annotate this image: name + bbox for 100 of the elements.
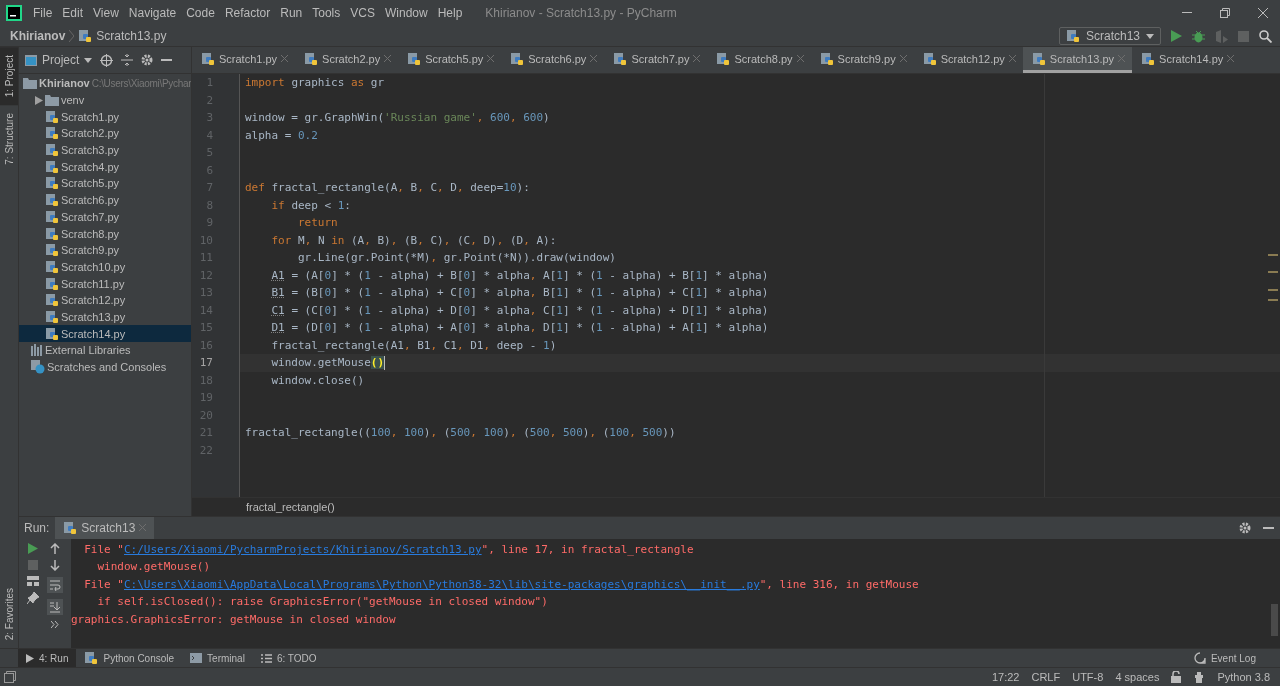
menu-item[interactable]: Navigate <box>123 6 182 20</box>
tool-tab[interactable]: Python Console <box>76 649 183 667</box>
breadcrumb-file[interactable]: Scratch13.py <box>96 29 167 43</box>
menu-item[interactable]: Refactor <box>219 6 276 20</box>
close-icon[interactable] <box>1258 8 1268 18</box>
tree-item[interactable]: Scratch5.py <box>19 175 191 192</box>
file-link[interactable]: C:/Users/Xiaomi/PycharmProjects/Khirianov/Scratch13.py <box>124 540 482 559</box>
bug-icon[interactable] <box>1192 29 1205 43</box>
search-icon[interactable] <box>1259 29 1272 43</box>
tool-tab[interactable]: Terminal <box>182 649 253 667</box>
run-icon[interactable] <box>1171 30 1182 42</box>
tool-tab[interactable]: 6: TODO <box>252 649 325 667</box>
menu-item[interactable]: Help <box>432 6 468 20</box>
python-file-icon <box>45 126 59 141</box>
python-icon <box>613 51 628 66</box>
project-view-dropdown[interactable]: Project <box>25 53 93 67</box>
code-line: alpha = 0.2 <box>245 127 318 144</box>
tree-item[interactable]: Khirianov C:\Users\Xiaomi\Pychar <box>19 75 191 92</box>
stop-icon[interactable] <box>1238 30 1249 42</box>
tool-tab[interactable]: 4: Run <box>18 649 77 667</box>
tree-item[interactable]: Scratch10.py <box>19 258 191 276</box>
tree-item[interactable]: Scratch9.py <box>19 241 191 259</box>
expand-arrow-icon[interactable] <box>35 95 43 105</box>
stop-icon[interactable] <box>28 559 38 570</box>
tree-item[interactable]: Scratch8.py <box>19 225 191 242</box>
error-text: File " <box>83 541 124 558</box>
more-icon[interactable] <box>51 620 59 628</box>
target-icon[interactable] <box>100 53 114 67</box>
menu-item[interactable]: File <box>28 6 58 20</box>
tool-window-tab[interactable]: 7: Structure <box>0 105 18 173</box>
lock-icon[interactable] <box>1171 671 1182 683</box>
python-file-icon <box>45 226 59 241</box>
tool-window-tab[interactable]: 2: Favorites <box>0 579 18 648</box>
tree-item[interactable]: Scratch13.py <box>19 308 191 326</box>
error-text: window.getMouse() <box>96 559 211 576</box>
code-line: for M, N in (A, B), (B, C), (C, D), (D, A): <box>270 232 557 249</box>
scroll-to-end-icon[interactable] <box>47 598 63 615</box>
python-file-icon <box>45 209 59 224</box>
code-line: window = gr.GraphWin('Russian game', 600, 600) <box>245 110 550 126</box>
menu-item[interactable]: Edit <box>57 6 89 20</box>
menu-item[interactable]: View <box>88 6 124 20</box>
layout-icon[interactable] <box>27 575 39 586</box>
run-config-dropdown[interactable]: Scratch13 <box>1058 27 1161 45</box>
scrollbar[interactable] <box>1271 603 1278 636</box>
arrow-up-icon[interactable] <box>50 542 60 554</box>
tree-item[interactable]: Scratch4.py <box>19 158 191 176</box>
editor-tab[interactable]: Scratch14.py <box>1132 47 1242 73</box>
tree-item[interactable]: Scratch1.py <box>19 108 191 126</box>
chevron-icon <box>69 30 75 42</box>
menu-item[interactable]: VCS <box>345 6 380 20</box>
editor-tab[interactable]: Scratch7.py <box>604 47 708 73</box>
coverage-icon[interactable] <box>1215 29 1228 43</box>
editor-tab[interactable]: Scratch13.py <box>1022 47 1133 73</box>
tree-item[interactable]: External Libraries <box>19 342 191 359</box>
editor-tab[interactable]: Scratch9.py <box>810 47 914 73</box>
code-line: B1 = (B[0] * (1 - alpha) + C[0] * alpha, B[1] * (1 - alpha) + C[1] * alpha) <box>270 285 769 301</box>
menu-item[interactable]: Code <box>181 6 220 20</box>
app-logo-icon <box>6 5 22 21</box>
status-item[interactable]: 4 spaces <box>1115 671 1160 683</box>
soft-wrap-icon[interactable] <box>47 576 63 593</box>
python-icon <box>510 51 525 66</box>
run-tab[interactable]: Scratch13 <box>55 516 155 539</box>
breadcrumb-project[interactable]: Khirianov <box>10 29 66 43</box>
breadcrumb[interactable]: fractal_rectangle() <box>246 500 335 513</box>
interpreter-status[interactable]: Python 3.8 <box>1217 671 1270 683</box>
file-link[interactable]: C:\Users\Xiaomi\AppData\Local\Programs\Python\Python38-32\lib\site-packages\graphics\__init__.py <box>124 575 760 594</box>
code-line: gr.Line(gr.Point(*M), gr.Point(*N)).draw(window) <box>297 250 616 266</box>
tree-item[interactable]: Scratch11.py <box>19 275 191 292</box>
restore-icon[interactable] <box>1220 8 1230 18</box>
editor-tab[interactable]: Scratch2.py <box>295 47 399 73</box>
editor-tab[interactable]: Scratch1.py <box>192 47 296 73</box>
menu-item[interactable]: Window <box>379 6 433 20</box>
code-line: import graphics as gr <box>245 75 385 91</box>
tree-item[interactable]: Scratch12.py <box>19 291 191 309</box>
tree-item[interactable]: venv <box>19 91 191 109</box>
editor-tab[interactable]: Scratch6.py <box>501 47 605 73</box>
tree-item[interactable]: Scratch3.py <box>19 141 191 159</box>
settings-icon[interactable] <box>141 54 154 66</box>
event-log-button[interactable]: Event Log <box>1185 649 1280 667</box>
rerun-icon[interactable] <box>28 542 38 554</box>
arrow-down-icon[interactable] <box>50 559 60 571</box>
tool-window-tab[interactable]: 1: Project <box>0 47 18 106</box>
tree-item[interactable]: Scratches and Consoles <box>19 358 191 376</box>
panel-toggle-icon[interactable] <box>4 671 16 683</box>
status-item[interactable]: CRLF <box>1031 671 1061 683</box>
menu-item[interactable]: Tools <box>307 6 346 20</box>
settings-icon[interactable] <box>1239 521 1251 534</box>
minimize-icon[interactable] <box>1182 12 1192 14</box>
tree-item[interactable]: Scratch6.py <box>19 191 191 209</box>
editor-tab[interactable]: Scratch8.py <box>707 47 811 73</box>
editor-tab[interactable]: Scratch12.py <box>913 47 1023 73</box>
tree-item[interactable]: Scratch14.py <box>19 325 191 342</box>
status-item[interactable]: 17:22 <box>991 671 1020 683</box>
editor-tab[interactable]: Scratch5.py <box>398 47 502 73</box>
pin-icon[interactable] <box>27 591 39 604</box>
menu-item[interactable]: Run <box>275 6 308 20</box>
tree-item[interactable]: Scratch2.py <box>19 125 191 142</box>
collapse-icon[interactable] <box>121 54 134 66</box>
status-item[interactable]: UTF-8 <box>1072 671 1104 683</box>
tree-item[interactable]: Scratch7.py <box>19 208 191 226</box>
